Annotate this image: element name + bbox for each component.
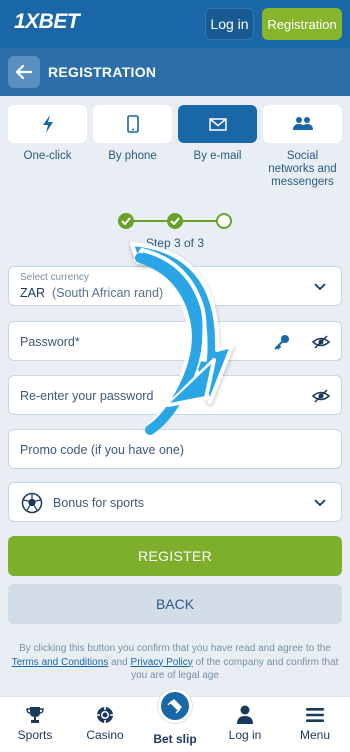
nav-sports[interactable]: Sports <box>0 697 70 752</box>
user-icon <box>234 705 256 725</box>
chevron-down-icon <box>311 278 329 296</box>
nav-sports-label: Sports <box>17 728 53 742</box>
top-bar: 1XBET Log in Registration <box>0 0 350 48</box>
bonus-select-label: Bonus for sports <box>53 496 145 510</box>
eye-hidden-icon[interactable] <box>312 387 330 405</box>
nav-menu[interactable]: Menu <box>280 697 350 752</box>
tab-label-by-email[interactable]: By e-mail <box>178 150 257 189</box>
legal-and: and <box>111 656 128 668</box>
nav-bet-slip[interactable]: Bet slip <box>140 689 210 752</box>
register-button[interactable]: REGISTER <box>8 536 342 576</box>
tab-label-one-click[interactable]: One-click <box>8 150 87 189</box>
header-registration-button[interactable]: Registration <box>262 8 342 40</box>
key-icon[interactable] <box>273 333 291 351</box>
legal-text: By clicking this button you confirm that… <box>10 642 340 683</box>
nav-menu-label: Menu <box>299 728 331 742</box>
header-login-button[interactable]: Log in <box>205 8 254 40</box>
brand-logo[interactable]: 1XBET <box>14 10 80 34</box>
privacy-link[interactable]: Privacy Policy <box>131 657 193 668</box>
promo-code-field[interactable]: Promo code (if you have one) <box>8 429 342 469</box>
registration-method-tabs <box>8 105 342 143</box>
casino-chip-icon <box>94 705 116 725</box>
currency-name: (South African rand) <box>51 286 164 300</box>
tab-one-click[interactable] <box>8 105 87 143</box>
trophy-icon <box>24 705 46 725</box>
ticket-icon <box>158 689 192 723</box>
people-icon <box>292 117 313 130</box>
eye-hidden-icon[interactable] <box>312 333 330 351</box>
lightning-icon <box>42 115 53 133</box>
nav-bet-slip-label: Bet slip <box>153 732 197 746</box>
bonus-select[interactable]: Bonus for sports <box>8 482 342 522</box>
currency-select[interactable]: Select currency ZAR (South African rand) <box>8 266 342 306</box>
back-button[interactable]: BACK <box>8 584 342 624</box>
title-bar: REGISTRATION <box>0 48 350 96</box>
password-field[interactable]: Password* <box>8 321 342 361</box>
tab-by-email[interactable] <box>178 105 257 143</box>
page-title: REGISTRATION <box>48 64 157 80</box>
bottom-navigation: Sports Casino Bet slip Log in Menu <box>0 689 350 752</box>
registration-method-labels: One-click By phone By e-mail Social netw… <box>8 150 342 189</box>
reenter-password-label: Re-enter your password <box>20 389 154 403</box>
nav-casino-label: Casino <box>86 728 124 742</box>
promo-code-label: Promo code (if you have one) <box>20 443 184 457</box>
envelope-icon <box>208 117 227 131</box>
tab-label-by-phone[interactable]: By phone <box>93 150 172 189</box>
step-text: Step 3 of 3 <box>145 236 205 250</box>
reenter-password-field[interactable]: Re-enter your password <box>8 375 342 415</box>
currency-code: ZAR <box>20 286 45 300</box>
step-3-indicator <box>216 213 232 229</box>
soccer-ball-icon <box>21 492 43 514</box>
terms-link[interactable]: Terms and Conditions <box>12 657 109 668</box>
phone-icon <box>126 115 139 133</box>
tab-label-social-networks[interactable]: Social networks and messengers <box>263 150 342 189</box>
arrow-left-icon <box>16 65 32 79</box>
tab-by-phone[interactable] <box>93 105 172 143</box>
step-1-check-icon <box>118 213 134 229</box>
nav-casino[interactable]: Casino <box>70 697 140 752</box>
legal-text-part1: By clicking this button you confirm that… <box>19 643 331 654</box>
currency-select-value: ZAR (South African rand) <box>20 286 163 300</box>
tab-social-networks[interactable] <box>263 105 342 143</box>
hamburger-icon <box>304 705 326 725</box>
progress-stepper <box>118 212 232 230</box>
currency-select-label: Select currency <box>20 272 89 283</box>
back-arrow-button[interactable] <box>8 56 40 88</box>
nav-log-in-label: Log in <box>228 728 262 742</box>
password-field-label: Password* <box>20 335 80 349</box>
chevron-down-icon <box>311 494 329 512</box>
nav-log-in[interactable]: Log in <box>210 697 280 752</box>
step-2-check-icon <box>167 213 183 229</box>
